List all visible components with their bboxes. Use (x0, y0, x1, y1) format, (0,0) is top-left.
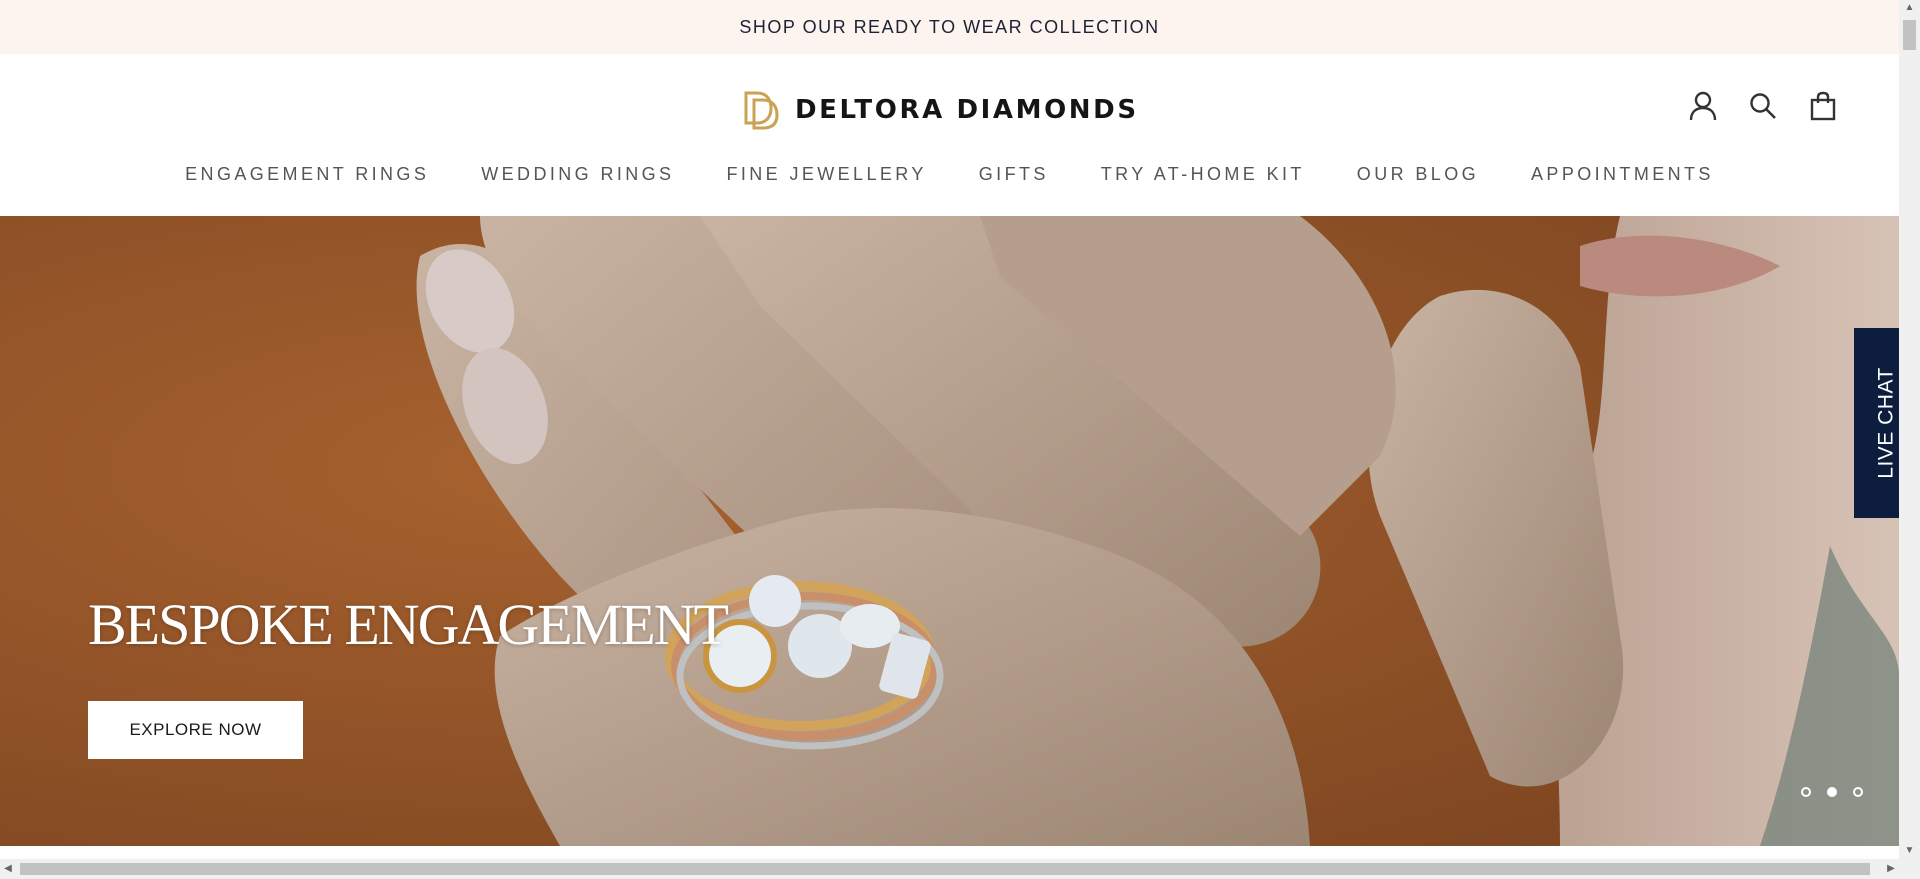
nav-item-fine-jewellery[interactable]: FINE JEWELLERY (700, 164, 952, 185)
explore-now-button[interactable]: EXPLORE NOW (88, 701, 303, 759)
nav-item-engagement-rings[interactable]: ENGAGEMENT RINGS (159, 164, 455, 185)
slide-dot-1[interactable] (1801, 787, 1811, 797)
hero-slideshow[interactable]: BESPOKE ENGAGEMENT EXPLORE NOW (0, 216, 1899, 846)
nav-item-try-at-home-kit[interactable]: TRY AT-HOME KIT (1075, 164, 1331, 185)
search-icon[interactable] (1747, 90, 1779, 122)
slide-dot-3[interactable] (1853, 787, 1863, 797)
slide-dot-2[interactable] (1827, 787, 1837, 797)
announcement-text[interactable]: SHOP OUR READY TO WEAR COLLECTION (739, 17, 1159, 38)
nav-item-gifts[interactable]: GIFTS (953, 164, 1075, 185)
cart-icon[interactable] (1807, 90, 1839, 122)
slide-dots (1801, 787, 1863, 797)
live-chat-label: LIVE CHAT (1875, 367, 1898, 479)
scrollbar-corner (1899, 859, 1920, 879)
nav-item-wedding-rings[interactable]: WEDDING RINGS (455, 164, 700, 185)
vertical-scrollbar[interactable]: ▲ ▼ (1899, 0, 1920, 859)
nav-item-our-blog[interactable]: OUR BLOG (1331, 164, 1505, 185)
account-icon[interactable] (1687, 90, 1719, 122)
logo-mark-icon (744, 91, 779, 130)
scroll-up-arrow-icon[interactable]: ▲ (1899, 0, 1920, 16)
horizontal-scroll-thumb[interactable] (20, 863, 1870, 875)
scroll-right-arrow-icon[interactable]: ▶ (1883, 859, 1899, 879)
hero-title: BESPOKE ENGAGEMENT (88, 592, 729, 657)
header-icons (1687, 90, 1839, 122)
nav-item-appointments[interactable]: APPOINTMENTS (1505, 164, 1740, 185)
main-nav: ENGAGEMENT RINGS WEDDING RINGS FINE JEWE… (0, 164, 1899, 185)
scroll-left-arrow-icon[interactable]: ◀ (0, 859, 16, 879)
vertical-scroll-thumb[interactable] (1903, 20, 1916, 50)
announcement-bar[interactable]: SHOP OUR READY TO WEAR COLLECTION (0, 0, 1899, 54)
horizontal-scrollbar[interactable]: ◀ ▶ (0, 859, 1899, 879)
scroll-down-arrow-icon[interactable]: ▼ (1899, 843, 1920, 859)
logo-text: DELTORA DIAMONDS (795, 95, 1139, 125)
logo[interactable]: DELTORA DIAMONDS (743, 88, 1139, 132)
site-header: DELTORA DIAMONDS ENGAGEMENT RINGS WEDDIN… (0, 54, 1899, 216)
